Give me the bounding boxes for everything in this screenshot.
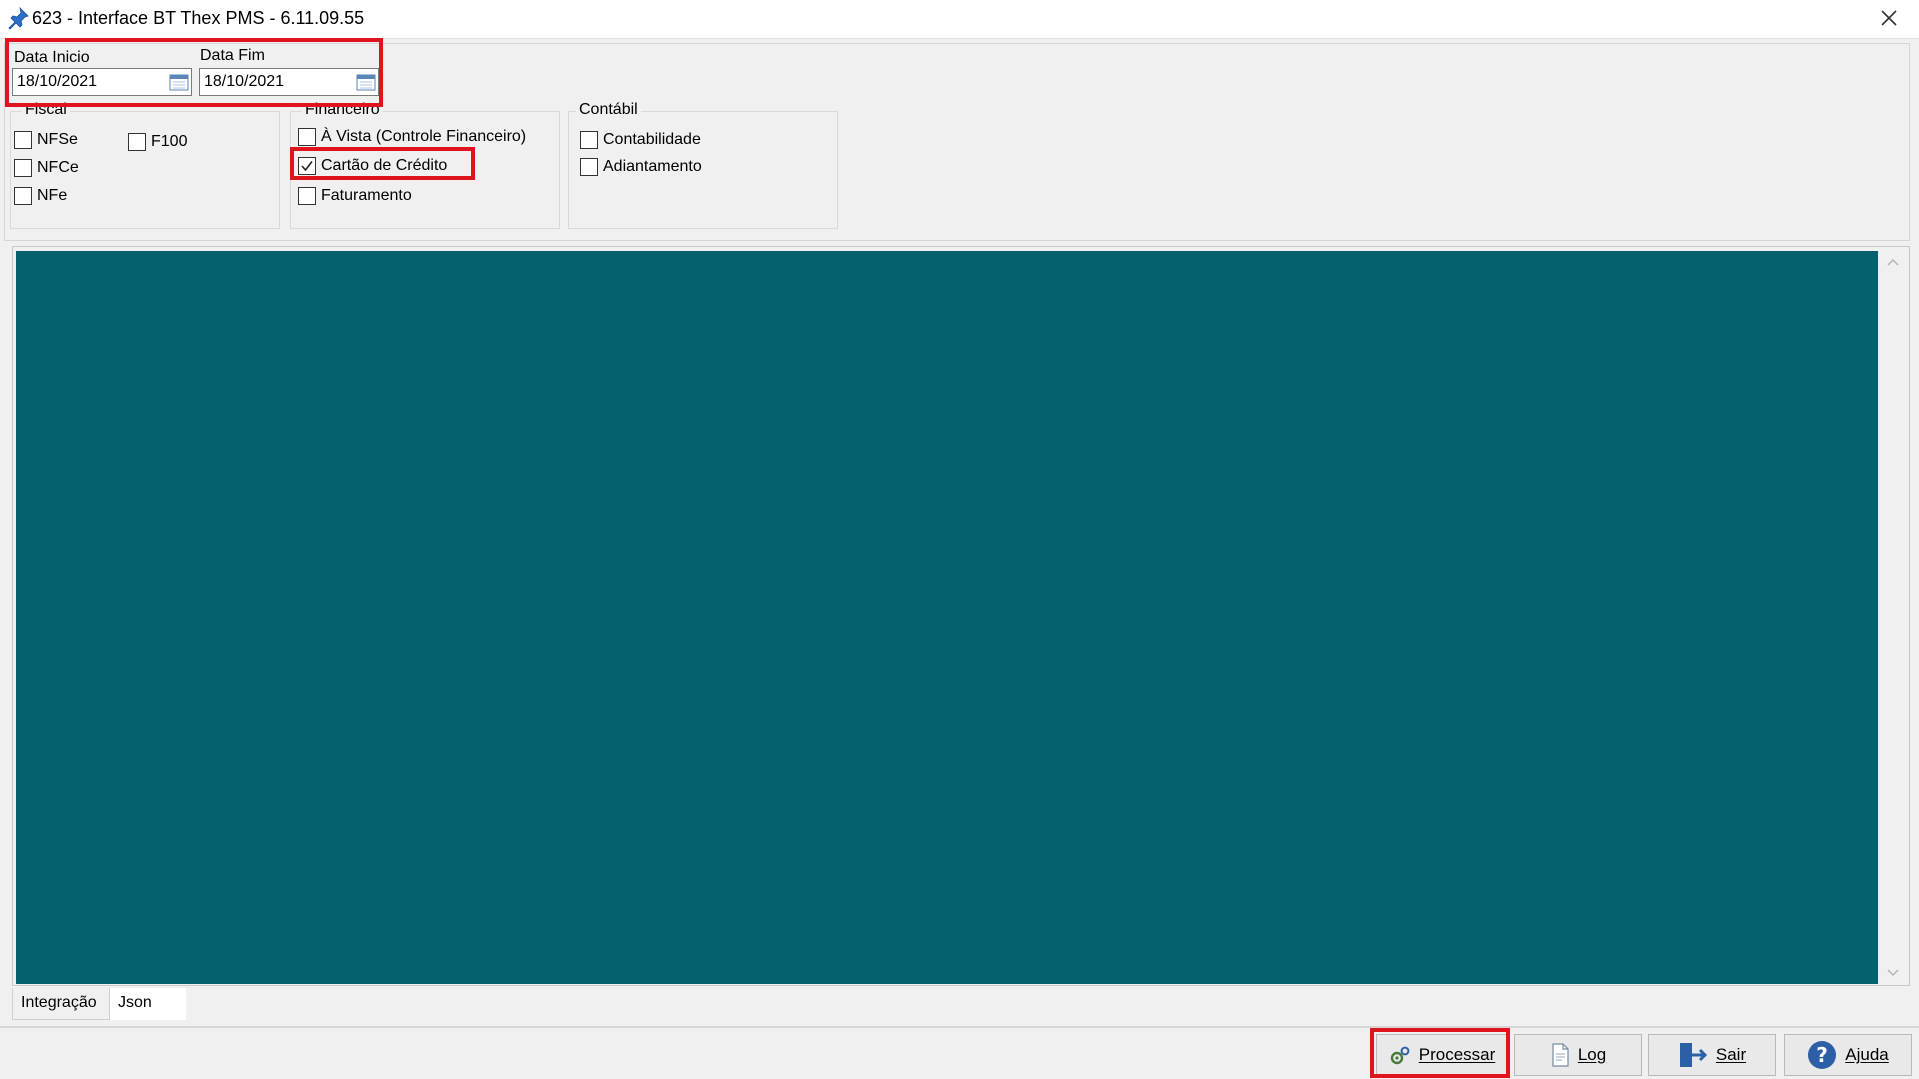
ajuda-label: Ajuda xyxy=(1845,1045,1889,1064)
checkbox-box[interactable] xyxy=(128,133,146,151)
document-icon xyxy=(1550,1043,1570,1067)
tab-integracao[interactable]: Integração xyxy=(12,988,110,1020)
title-bar: 623 - Interface BT Thex PMS - 6.11.09.55 xyxy=(0,0,1919,38)
log-button[interactable]: Log xyxy=(1514,1034,1642,1076)
checkbox-box[interactable] xyxy=(298,157,316,175)
processar-button[interactable]: Processar xyxy=(1376,1034,1508,1076)
calendar-icon[interactable] xyxy=(169,73,189,91)
start-date-value: 18/10/2021 xyxy=(17,73,98,90)
log-label: Log xyxy=(1577,1045,1607,1064)
checkbox-adiantamento[interactable]: Adiantamento xyxy=(580,158,702,176)
checkbox-box[interactable] xyxy=(14,131,32,149)
checkbox-box[interactable] xyxy=(298,128,316,146)
start-date-label: Data Inicio xyxy=(14,49,90,66)
integration-log-area[interactable] xyxy=(16,251,1878,984)
checkbox-box[interactable] xyxy=(298,187,316,205)
contabil-group-title: Contábil xyxy=(576,101,641,119)
tab-json[interactable]: Json xyxy=(110,988,186,1020)
checkbox-faturamento[interactable]: Faturamento xyxy=(298,187,412,205)
end-date-value: 18/10/2021 xyxy=(204,73,285,90)
close-icon xyxy=(1881,10,1897,26)
checkbox-box[interactable] xyxy=(580,158,598,176)
checkbox-f100[interactable]: F100 xyxy=(128,133,187,151)
end-date-input[interactable]: 18/10/2021 xyxy=(199,68,379,96)
ajuda-button[interactable]: ? Ajuda xyxy=(1784,1034,1912,1076)
checkbox-nfce[interactable]: NFCe xyxy=(14,159,79,177)
gears-icon xyxy=(1389,1045,1411,1065)
chevron-down-icon[interactable] xyxy=(1886,968,1900,978)
vertical-scrollbar[interactable] xyxy=(1880,251,1906,984)
checkbox-nfse[interactable]: NFSe xyxy=(14,131,78,149)
checkbox-contabilidade[interactable]: Contabilidade xyxy=(580,131,701,149)
checkbox-cartao-credito[interactable]: Cartão de Crédito xyxy=(298,157,447,175)
sair-label: Sair xyxy=(1715,1045,1747,1064)
checkbox-box[interactable] xyxy=(14,159,32,177)
checkbox-box[interactable] xyxy=(580,131,598,149)
checkbox-a-vista[interactable]: À Vista (Controle Financeiro) xyxy=(298,128,526,146)
calendar-icon[interactable] xyxy=(356,73,376,91)
chevron-up-icon[interactable] xyxy=(1886,257,1900,267)
checkbox-nfe[interactable]: NFe xyxy=(14,187,67,205)
exit-door-icon xyxy=(1678,1041,1708,1069)
svg-text:?: ? xyxy=(1816,1043,1828,1067)
processar-label: Processar xyxy=(1418,1045,1496,1064)
financeiro-group-title: Financeiro xyxy=(302,101,383,119)
sair-button[interactable]: Sair xyxy=(1648,1034,1776,1076)
fiscal-group-title: Fiscal xyxy=(22,101,70,119)
pin-icon xyxy=(6,6,30,30)
close-button[interactable] xyxy=(1859,0,1919,36)
window-title: 623 - Interface BT Thex PMS - 6.11.09.55 xyxy=(32,8,365,28)
help-icon: ? xyxy=(1807,1040,1837,1070)
checkbox-box[interactable] xyxy=(14,187,32,205)
check-icon xyxy=(301,161,313,172)
end-date-label: Data Fim xyxy=(200,47,265,64)
start-date-input[interactable]: 18/10/2021 xyxy=(12,68,192,96)
